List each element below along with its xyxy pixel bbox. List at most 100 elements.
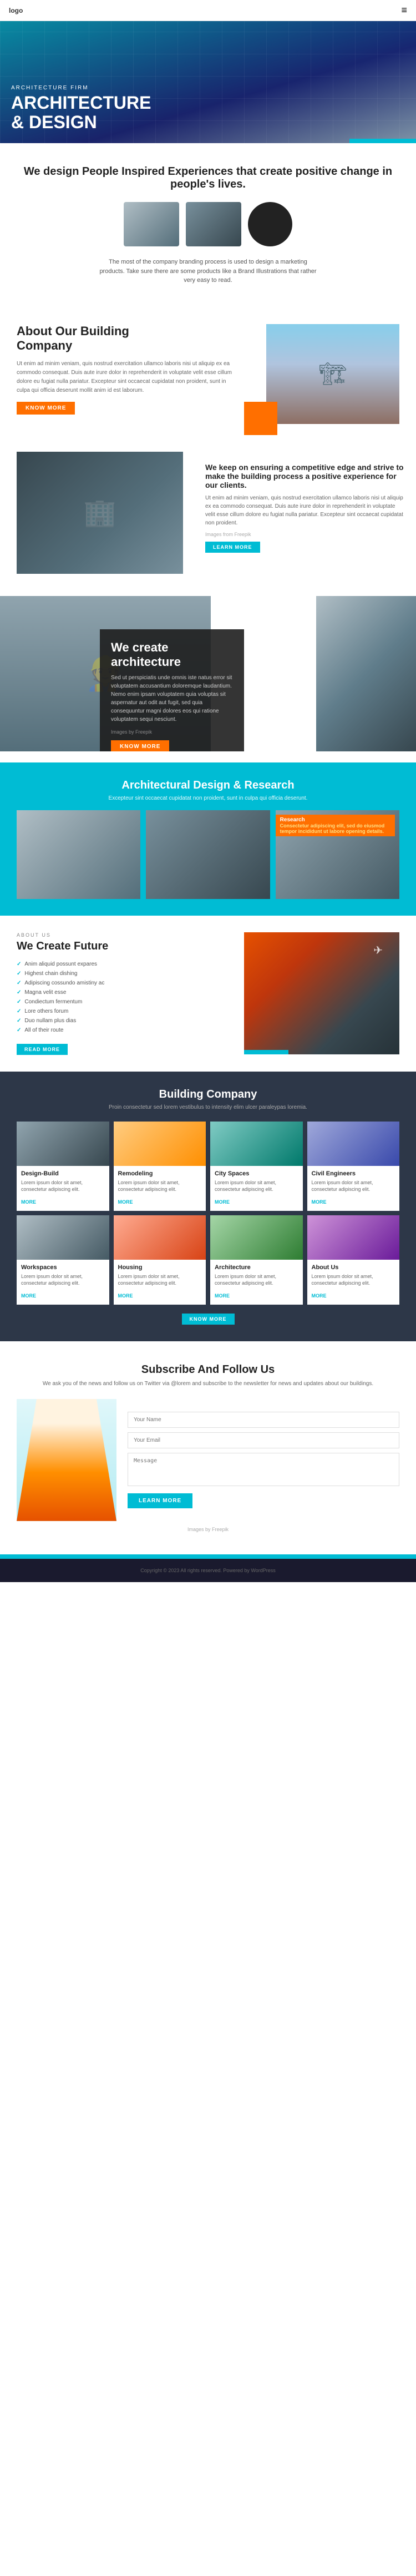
dr-card-2 xyxy=(146,810,270,899)
bc-card-img-design-build xyxy=(17,1122,109,1166)
bc-grid: Design-Build Lorem ipsum dolor sit amet,… xyxy=(17,1122,399,1305)
dr-heading: Architectural Design & Research xyxy=(17,779,399,792)
name-input[interactable] xyxy=(128,1412,399,1428)
bc-card-city-spaces: City Spaces Lorem ipsum dolor sit amet, … xyxy=(210,1122,303,1211)
subscribe-layout: LEARN MORE xyxy=(17,1399,399,1521)
subscribe-cyan-bar xyxy=(0,1554,416,1559)
competitive-body: Ut enim ad minim veniam, quis nostrud ex… xyxy=(205,494,405,527)
bc-card-text-architecture: Lorem ipsum dolor sit amet, consectetur … xyxy=(215,1273,298,1287)
bc-heading: Building Company xyxy=(17,1088,399,1101)
bc-card-text-city-spaces: Lorem ipsum dolor sit amet, consectetur … xyxy=(215,1179,298,1193)
menu-icon[interactable]: ≡ xyxy=(401,4,407,16)
hero-cyan-bar xyxy=(349,139,416,143)
competitive-heading: We keep on ensuring a competitive edge a… xyxy=(205,463,405,489)
bc-card-title-design-build: Design-Build xyxy=(21,1170,105,1177)
about-right: 🏗 xyxy=(244,324,399,435)
about-btn[interactable]: KNOW MORE xyxy=(17,402,75,415)
about-section: About Our Building Company Ut enim ad mi… xyxy=(0,307,416,452)
about-orange-accent xyxy=(244,402,277,435)
bc-card-content-remodeling: Remodeling Lorem ipsum dolor sit amet, c… xyxy=(114,1166,206,1211)
future-section: ABOUT US We Create Future Anim aliquid p… xyxy=(0,916,416,1072)
people-section: We design People Inspired Experiences th… xyxy=(0,143,416,307)
subscribe-section: Subscribe And Follow Us We ask you of th… xyxy=(0,1341,416,1554)
create-btn[interactable]: KNOW MORE xyxy=(111,740,169,751)
bc-more-architecture[interactable]: MORE xyxy=(215,1293,230,1299)
bc-card-remodeling: Remodeling Lorem ipsum dolor sit amet, c… xyxy=(114,1122,206,1211)
bc-card-img-about-us xyxy=(307,1215,400,1260)
footer: Copyright © 2023 All rights reserved. Po… xyxy=(0,1559,416,1582)
subscribe-btn[interactable]: LEARN MORE xyxy=(128,1493,192,1508)
bc-card-img-remodeling xyxy=(114,1122,206,1166)
bc-card-content-housing: Housing Lorem ipsum dolor sit amet, cons… xyxy=(114,1260,206,1305)
list-item: Magna velit esse xyxy=(17,988,233,997)
plane-icon: ✈ xyxy=(373,943,383,957)
bc-body: Proin consectetur sed lorem vestibulus t… xyxy=(17,1104,399,1110)
bc-card-content-civil-engineers: Civil Engineers Lorem ipsum dolor sit am… xyxy=(307,1166,400,1211)
bc-card-title-remodeling: Remodeling xyxy=(118,1170,202,1177)
hero-title: ARCHITECTURE & DESIGN xyxy=(11,93,151,132)
dr-body: Excepteur sint occaecat cupidatat non pr… xyxy=(17,795,399,801)
building-company-section: Building Company Proin consectetur sed l… xyxy=(0,1072,416,1341)
competitive-content: We keep on ensuring a competitive edge a… xyxy=(194,452,416,574)
email-input[interactable] xyxy=(128,1432,399,1448)
competitive-section: 🏢 We keep on ensuring a competitive edge… xyxy=(0,452,416,585)
competitive-img-credit: Images from Freepik xyxy=(205,532,405,537)
bc-more-remodeling[interactable]: MORE xyxy=(118,1199,133,1205)
subscribe-heading: Subscribe And Follow Us xyxy=(17,1363,399,1376)
person-silhouette xyxy=(17,1399,116,1521)
about-crane-img: 🏗 xyxy=(266,324,399,424)
about-left: About Our Building Company Ut enim ad mi… xyxy=(17,324,233,415)
create-section: 👷 We create architecture Sed ut perspici… xyxy=(0,596,416,751)
bc-card-architecture: Architecture Lorem ipsum dolor sit amet,… xyxy=(210,1215,303,1305)
create-body: Sed ut perspiciatis unde omnis iste natu… xyxy=(111,674,233,724)
bc-card-text-design-build: Lorem ipsum dolor sit amet, consectetur … xyxy=(21,1179,105,1193)
future-btn[interactable]: READ MORE xyxy=(17,1044,68,1055)
hero-content: ARCHITECTURE FIRM ARCHITECTURE & DESIGN xyxy=(11,85,151,132)
bc-card-text-about-us: Lorem ipsum dolor sit amet, consectetur … xyxy=(312,1273,395,1287)
bc-card-text-workspaces: Lorem ipsum dolor sit amet, consectetur … xyxy=(21,1273,105,1287)
bc-more-civil-engineers[interactable]: MORE xyxy=(312,1199,327,1205)
subscribe-form[interactable]: LEARN MORE xyxy=(128,1412,399,1508)
bc-card-img-city-spaces xyxy=(210,1122,303,1166)
bc-card-title-about-us: About Us xyxy=(312,1264,395,1271)
bc-btn[interactable]: KNOW MORE xyxy=(182,1314,235,1325)
subscribe-person-img xyxy=(17,1399,116,1521)
list-item: Lore others forum xyxy=(17,1007,233,1016)
list-item: Anim aliquid possunt expares xyxy=(17,959,233,969)
dr-card-1 xyxy=(17,810,140,899)
people-card-2 xyxy=(186,202,241,246)
future-list: Anim aliquid possunt expares Highest cha… xyxy=(17,959,233,1035)
bc-card-text-housing: Lorem ipsum dolor sit amet, consectetur … xyxy=(118,1273,202,1287)
bc-card-civil-engineers: Civil Engineers Lorem ipsum dolor sit am… xyxy=(307,1122,400,1211)
hero-label: ARCHITECTURE FIRM xyxy=(11,85,151,91)
bc-card-title-architecture: Architecture xyxy=(215,1264,298,1271)
bc-card-housing: Housing Lorem ipsum dolor sit amet, cons… xyxy=(114,1215,206,1305)
subscribe-body: We ask you of the news and follow us on … xyxy=(17,1380,399,1388)
bc-more-city-spaces[interactable]: MORE xyxy=(215,1199,230,1205)
bc-more-housing[interactable]: MORE xyxy=(118,1293,133,1299)
logo: logo xyxy=(9,7,23,14)
bc-card-title-housing: Housing xyxy=(118,1264,202,1271)
bc-more-design-build[interactable]: MORE xyxy=(21,1199,36,1205)
bc-card-design-build: Design-Build Lorem ipsum dolor sit amet,… xyxy=(17,1122,109,1211)
people-card-1 xyxy=(124,202,179,246)
bc-card-content-city-spaces: City Spaces Lorem ipsum dolor sit amet, … xyxy=(210,1166,303,1211)
list-item: All of their route xyxy=(17,1026,233,1035)
bc-card-workspaces: Workspaces Lorem ipsum dolor sit amet, c… xyxy=(17,1215,109,1305)
bc-card-img-civil-engineers xyxy=(307,1122,400,1166)
bc-more-about-us[interactable]: MORE xyxy=(312,1293,327,1299)
bc-card-img-workspaces xyxy=(17,1215,109,1260)
create-right xyxy=(316,596,416,751)
future-label: ABOUT US xyxy=(17,932,233,938)
footer-text: Copyright © 2023 All rights reserved. Po… xyxy=(17,1568,399,1573)
bc-more-workspaces[interactable]: MORE xyxy=(21,1293,36,1299)
people-cards xyxy=(17,202,399,246)
create-overlay: We create architecture Sed ut perspiciat… xyxy=(100,629,244,751)
create-img-credit: Images by Freepik xyxy=(111,729,233,735)
competitive-btn[interactable]: LEARN MORE xyxy=(205,542,260,553)
message-input[interactable] xyxy=(128,1453,399,1486)
hero-section: ARCHITECTURE FIRM ARCHITECTURE & DESIGN xyxy=(0,21,416,143)
people-heading: We design People Inspired Experiences th… xyxy=(17,165,399,191)
header: logo ≡ xyxy=(0,0,416,21)
subscribe-img-credit: Images by Freepik xyxy=(17,1527,399,1532)
